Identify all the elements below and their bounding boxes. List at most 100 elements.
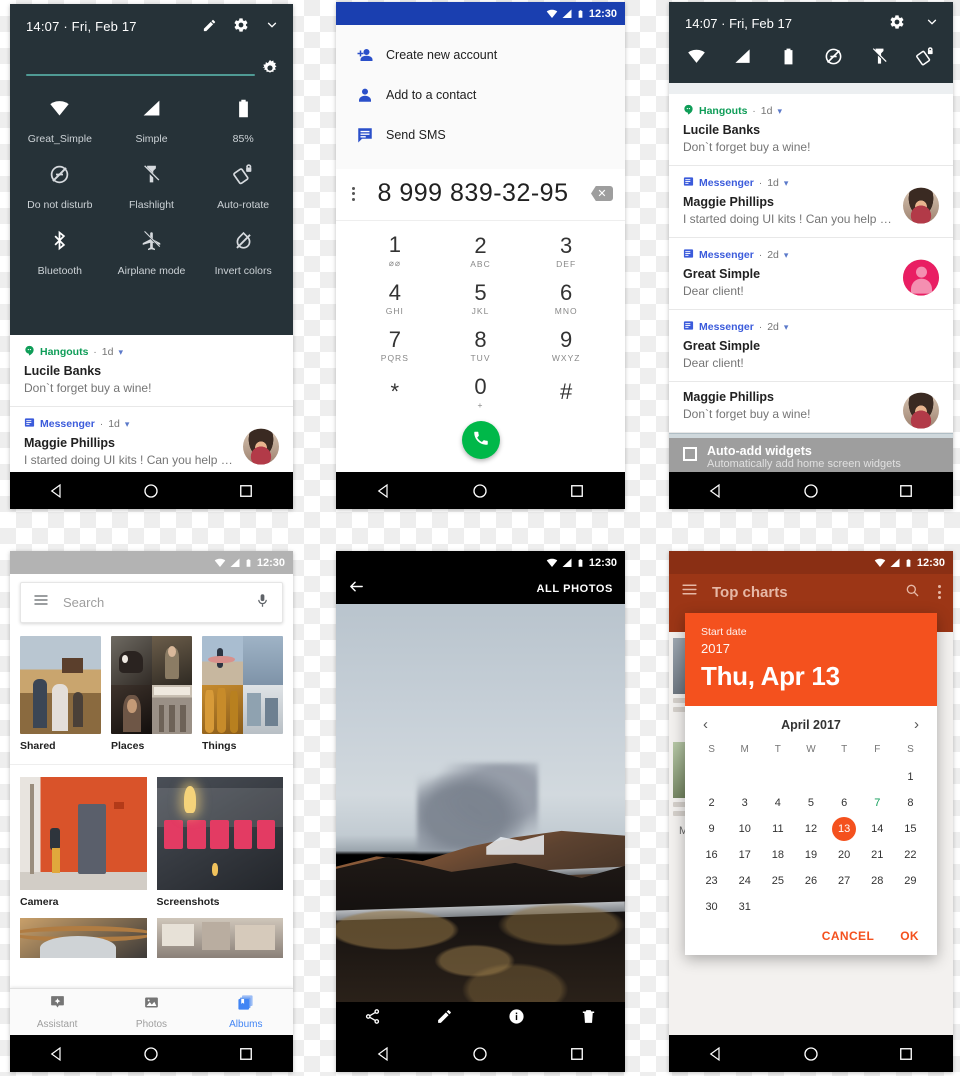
calendar-day-11[interactable]: 11 [761, 816, 794, 841]
menu-item-send-sms[interactable]: Send SMS [336, 115, 625, 155]
search-bar[interactable]: Search [20, 582, 283, 623]
settings-peek-row[interactable]: Auto-add widgets Automatically add home … [669, 438, 953, 472]
notification-item[interactable]: Messenger · 1d ▾ Maggie Phillips I start… [669, 166, 953, 238]
qs-tile-airplane[interactable]: Airplane mode [106, 224, 198, 283]
chevron-right-icon[interactable]: › [914, 717, 919, 732]
calendar-day-25[interactable]: 25 [761, 868, 794, 893]
calendar-day-6[interactable]: 6 [828, 790, 861, 815]
calendar-day-19[interactable]: 19 [794, 842, 827, 867]
calendar-day-2[interactable]: 2 [695, 790, 728, 815]
category-things[interactable]: Things [202, 636, 283, 752]
chevron-down-icon[interactable]: ▾ [125, 419, 130, 430]
calendar-day-15[interactable]: 15 [894, 816, 927, 841]
wifi-icon[interactable] [687, 47, 706, 71]
calendar-day-28[interactable]: 28 [861, 868, 894, 893]
album-partial-left[interactable] [20, 918, 147, 958]
dial-key-2[interactable]: 2 ABC [438, 229, 524, 274]
calendar-day-17[interactable]: 17 [728, 842, 761, 867]
home-circle-icon[interactable] [471, 1045, 489, 1063]
more-vert-icon[interactable] [934, 585, 941, 599]
dial-key-1[interactable]: 1 ⌀⌀ [352, 229, 438, 274]
calendar-day-30[interactable]: 30 [695, 894, 728, 919]
checkbox-icon[interactable] [683, 447, 697, 461]
recents-square-icon[interactable] [897, 1045, 915, 1063]
calendar-day-8[interactable]: 8 [894, 790, 927, 815]
qs-tile-flashlight[interactable]: Flashlight [106, 158, 198, 217]
recents-square-icon[interactable] [897, 482, 915, 500]
dial-key-4[interactable]: 4 GHI [352, 276, 438, 321]
chevron-down-icon[interactable]: ▾ [784, 178, 789, 189]
home-circle-icon[interactable] [142, 482, 160, 500]
call-button[interactable] [461, 421, 500, 459]
photo-image[interactable] [336, 604, 625, 1002]
hamburger-icon[interactable] [33, 592, 49, 613]
chevron-down-icon[interactable]: ▾ [784, 322, 789, 333]
tab-albums[interactable]: Albums [199, 994, 293, 1030]
tab-assistant[interactable]: Assistant [10, 994, 104, 1030]
home-circle-icon[interactable] [802, 482, 820, 500]
more-vert-icon[interactable] [348, 186, 355, 201]
album-camera[interactable]: Camera [20, 777, 147, 908]
home-circle-icon[interactable] [142, 1045, 160, 1063]
brightness-icon[interactable] [260, 58, 280, 83]
album-partial-right[interactable] [156, 918, 283, 958]
tab-photos[interactable]: Photos [104, 994, 198, 1030]
calendar-day-20[interactable]: 20 [828, 842, 861, 867]
calendar-day-3[interactable]: 3 [728, 790, 761, 815]
calendar-day-10[interactable]: 10 [728, 816, 761, 841]
back-triangle-icon[interactable] [375, 482, 393, 500]
back-triangle-icon[interactable] [707, 482, 725, 500]
dial-key-6[interactable]: 6 MNO [523, 276, 609, 321]
signal-icon[interactable] [733, 47, 752, 71]
gear-icon[interactable] [233, 17, 249, 36]
back-triangle-icon[interactable] [375, 1045, 393, 1063]
dial-key-8[interactable]: 8 TUV [438, 323, 524, 368]
do-not-disturb-icon[interactable] [824, 47, 843, 71]
arrow-back-icon[interactable] [348, 578, 365, 600]
chevron-down-icon[interactable]: ▾ [777, 106, 782, 117]
info-icon[interactable] [508, 1008, 525, 1030]
menu-item-create-new-account[interactable]: Create new account [336, 35, 625, 75]
chevron-down-icon[interactable] [265, 18, 279, 35]
dial-key-9[interactable]: 9 WXYZ [523, 323, 609, 368]
calendar-day-29[interactable]: 29 [894, 868, 927, 893]
recents-square-icon[interactable] [237, 1045, 255, 1063]
calendar-day-27[interactable]: 27 [828, 868, 861, 893]
back-triangle-icon[interactable] [48, 1045, 66, 1063]
hamburger-icon[interactable] [681, 581, 698, 603]
date-picker-selected-date[interactable]: Thu, Apr 13 [701, 661, 921, 692]
ok-button[interactable]: OK [900, 929, 919, 943]
dial-key-3[interactable]: 3 DEF [523, 229, 609, 274]
notification-item[interactable]: Hangouts · 1d ▾ Lucile Banks Don`t forge… [669, 94, 953, 166]
dial-key-hash[interactable]: # [523, 370, 609, 415]
cancel-button[interactable]: CANCEL [822, 929, 874, 943]
battery-icon[interactable] [779, 47, 798, 71]
calendar-day-26[interactable]: 26 [794, 868, 827, 893]
delete-trash-icon[interactable] [580, 1008, 597, 1030]
backspace-icon[interactable]: ✕ [591, 186, 613, 201]
calendar-day-14[interactable]: 14 [861, 816, 894, 841]
dial-key-7[interactable]: 7 PQRS [352, 323, 438, 368]
calendar-day-24[interactable]: 24 [728, 868, 761, 893]
recents-square-icon[interactable] [568, 482, 586, 500]
search-icon[interactable] [904, 582, 920, 603]
category-places[interactable]: Places [111, 636, 192, 752]
back-triangle-icon[interactable] [707, 1045, 725, 1063]
menu-item-add-to-contact[interactable]: Add to a contact [336, 75, 625, 115]
notification-item[interactable]: Messenger · 2d ▾ Great Simple Dear clien… [669, 310, 953, 382]
dial-key-5[interactable]: 5 JKL [438, 276, 524, 321]
notification-item[interactable]: Messenger · 2d ▾ Great Simple Dear clien… [669, 238, 953, 310]
chevron-left-icon[interactable]: ‹ [703, 717, 708, 732]
calendar-day-18[interactable]: 18 [761, 842, 794, 867]
pencil-icon[interactable] [202, 18, 217, 36]
flashlight-off-icon[interactable] [870, 47, 889, 71]
back-triangle-icon[interactable] [48, 482, 66, 500]
calendar-day-4[interactable]: 4 [761, 790, 794, 815]
calendar-day-13[interactable]: 13 [828, 816, 861, 841]
qs-tile-bluetooth[interactable]: Bluetooth [14, 224, 106, 283]
chevron-down-icon[interactable]: ▾ [784, 250, 789, 261]
home-circle-icon[interactable] [802, 1045, 820, 1063]
recents-square-icon[interactable] [237, 482, 255, 500]
dial-key-star[interactable]: * [352, 370, 438, 415]
gear-icon[interactable] [889, 14, 905, 33]
